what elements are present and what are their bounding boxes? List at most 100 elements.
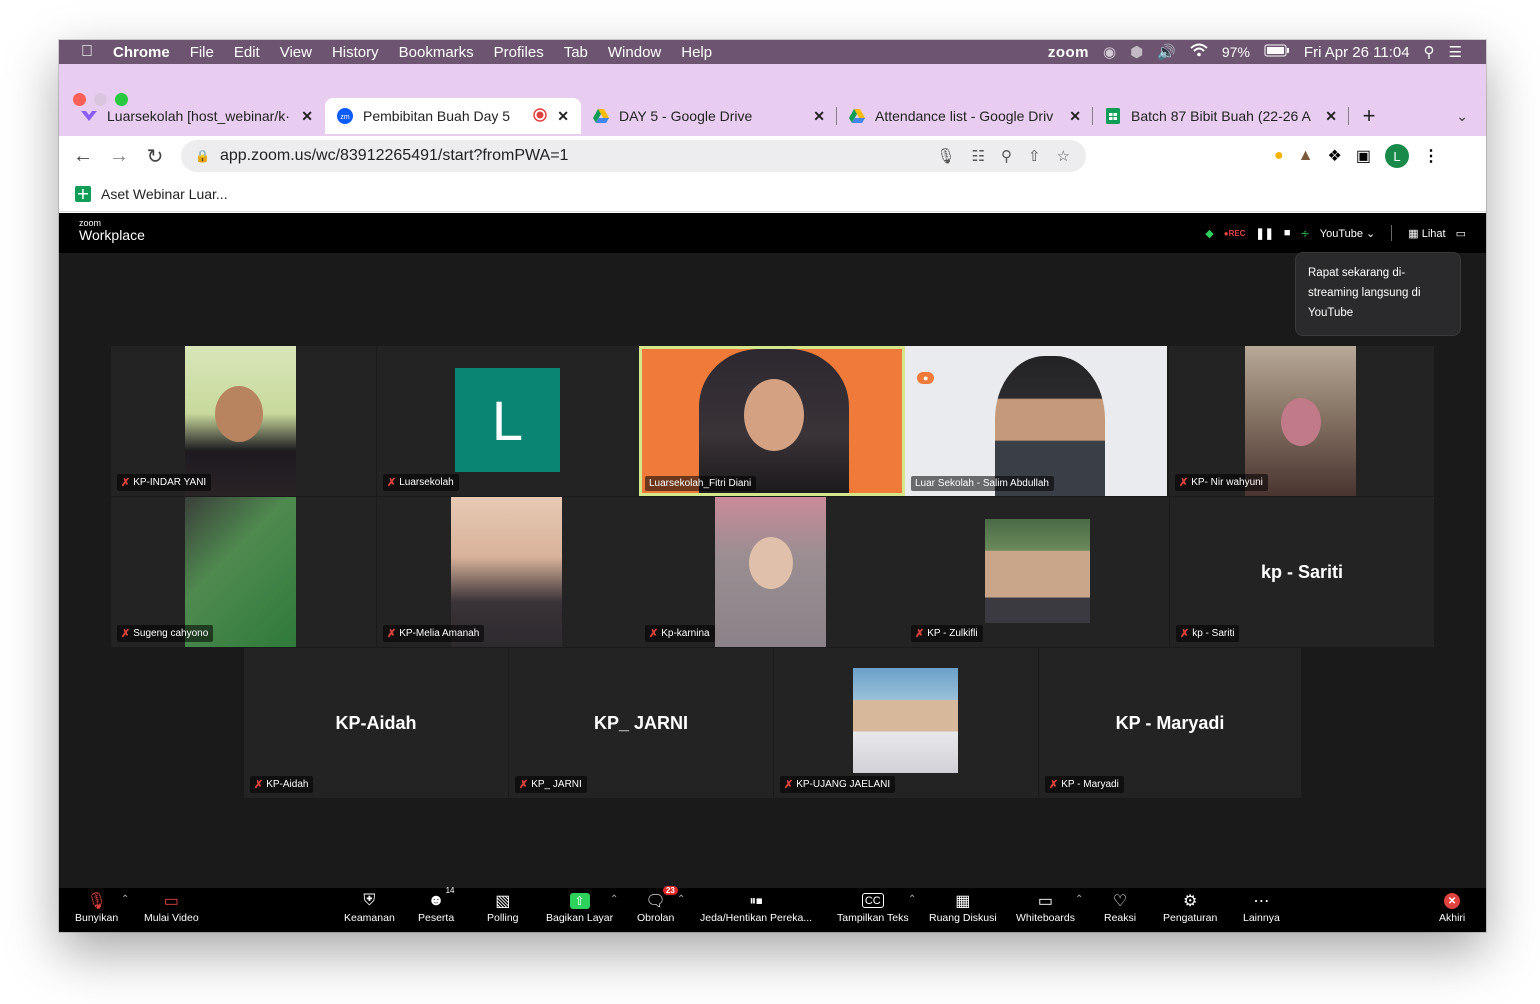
participants-button[interactable]: ☻ 14 Peserta bbox=[418, 886, 455, 924]
address-bar[interactable]: 🔒 app.zoom.us/wc/83912265491/start?fromP… bbox=[181, 140, 1086, 172]
clock[interactable]: Fri Apr 26 11:04 bbox=[1304, 44, 1410, 61]
bookmark-aset-webinar[interactable]: Aset Webinar Luar... bbox=[101, 186, 228, 202]
participant-name: KP-Melia Amanah bbox=[399, 628, 480, 639]
polling-button[interactable]: ▧ Polling bbox=[487, 890, 519, 924]
share-options-chevron-icon[interactable]: ⌃ bbox=[610, 894, 618, 905]
menu-app-name[interactable]: Chrome bbox=[113, 44, 170, 61]
participant-name-label: ✗ Kp-karnina bbox=[645, 625, 715, 642]
site-info-icon[interactable]: 🔒 bbox=[195, 149, 210, 163]
end-meeting-button[interactable]: ✕ Akhiri bbox=[1439, 890, 1465, 924]
youtube-label: YouTube bbox=[1319, 227, 1363, 240]
share-icon[interactable]: ⇧ bbox=[1028, 147, 1041, 165]
menu-profiles[interactable]: Profiles bbox=[494, 44, 544, 61]
chat-button[interactable]: 🗨 23 Obrolan bbox=[637, 886, 678, 924]
close-tab-icon[interactable]: ✕ bbox=[301, 108, 313, 125]
unmute-button[interactable]: 🎙 Bunyikan bbox=[75, 890, 118, 924]
participant-tile[interactable]: ✗ KP-INDAR YANI bbox=[111, 346, 376, 496]
close-tab-icon[interactable]: ✕ bbox=[1069, 108, 1081, 125]
battery-icon[interactable] bbox=[1264, 44, 1290, 61]
participant-tile[interactable]: kp - Sariti ✗ kp - Sariti bbox=[1170, 497, 1434, 647]
extensions-puzzle-icon[interactable]: ❖ bbox=[1328, 146, 1342, 166]
menu-help[interactable]: Help bbox=[681, 44, 712, 61]
tab-search-chevron-icon[interactable]: ⌄ bbox=[1456, 108, 1468, 125]
participant-tile[interactable]: ✗ Kp-karnina bbox=[639, 497, 905, 647]
participant-name-label: ✗ KP-Aidah bbox=[250, 776, 314, 793]
new-tab-button[interactable]: + bbox=[1349, 98, 1389, 134]
captions-options-chevron-icon[interactable]: ⌃ bbox=[908, 894, 916, 905]
menu-bookmarks[interactable]: Bookmarks bbox=[399, 44, 474, 61]
participant-name-label: ✗ Sugeng cahyono bbox=[117, 625, 214, 642]
forward-icon[interactable]: → bbox=[101, 145, 137, 168]
menu-history[interactable]: History bbox=[332, 44, 379, 61]
profile-avatar[interactable]: L bbox=[1384, 144, 1409, 168]
muted-mic-icon: ✗ bbox=[519, 779, 529, 791]
menu-view[interactable]: View bbox=[280, 44, 312, 61]
bookmark-star-icon[interactable]: ☆ bbox=[1057, 147, 1070, 165]
back-icon[interactable]: ← bbox=[65, 145, 101, 168]
whiteboards-button[interactable]: ▭ Whiteboards bbox=[1016, 890, 1075, 924]
close-tab-icon[interactable]: ✕ bbox=[557, 108, 569, 125]
zoom-lens-icon[interactable]: ⚲ bbox=[1001, 147, 1012, 165]
participant-tile[interactable]: ✗ KP-UJANG JAELANI bbox=[774, 648, 1038, 798]
tab-attendance-drive[interactable]: Attendance list - Google Driv ✕ bbox=[837, 98, 1093, 134]
tab-batch87-sheet[interactable]: Batch 87 Bibit Buah (22-26 A ✕ bbox=[1093, 98, 1349, 134]
chat-options-chevron-icon[interactable]: ⌃ bbox=[677, 894, 685, 905]
settings-button[interactable]: ⚙ Pengaturan bbox=[1163, 890, 1217, 924]
participant-tile-active-speaker[interactable]: Luarsekolah_Fitri Diani bbox=[639, 346, 905, 496]
participant-tile[interactable]: ✗ KP- Nir wahyuni bbox=[1169, 346, 1434, 496]
breakout-rooms-button[interactable]: ▦ Ruang Diskusi bbox=[929, 890, 997, 924]
livestream-icon[interactable]: ∻ bbox=[1301, 227, 1310, 240]
spotlight-search-icon[interactable]: ⚲ bbox=[1424, 43, 1435, 61]
extension-owl-icon[interactable]: ▲ bbox=[1298, 147, 1314, 165]
exit-fullscreen-icon[interactable]: ▭ bbox=[1456, 227, 1466, 240]
tab-luarsekolah[interactable]: Luarsekolah [host_webinar/k· ✕ bbox=[69, 98, 325, 134]
security-button[interactable]: ⛨ Keamanan bbox=[344, 890, 395, 924]
more-button[interactable]: ⋯ Lainnya bbox=[1243, 890, 1280, 924]
menu-file[interactable]: File bbox=[190, 44, 214, 61]
captions-button[interactable]: CC Tampilkan Teks bbox=[837, 890, 909, 924]
chrome-menu-icon[interactable]: ⋮ bbox=[1423, 146, 1439, 166]
microphone-icon[interactable]: 🎙 bbox=[936, 147, 955, 165]
tab-zoom-meeting[interactable]: zm Pembibitan Buah Day 5 ✕ bbox=[325, 98, 581, 134]
muted-mic-icon: ✗ bbox=[254, 779, 264, 791]
whiteboard-options-chevron-icon[interactable]: ⌃ bbox=[1075, 894, 1083, 905]
volume-icon[interactable]: 🔊 bbox=[1157, 43, 1176, 61]
participant-video bbox=[699, 349, 849, 493]
close-tab-icon[interactable]: ✕ bbox=[1325, 108, 1337, 125]
wifi-icon[interactable] bbox=[1190, 43, 1208, 61]
view-button[interactable]: ▦ Lihat bbox=[1408, 227, 1445, 240]
participant-tile[interactable]: KP - Maryadi ✗ KP - Maryadi bbox=[1039, 648, 1301, 798]
participant-tile[interactable]: KP-Aidah ✗ KP-Aidah bbox=[244, 648, 508, 798]
reactions-button[interactable]: ♡ Reaksi bbox=[1104, 890, 1136, 924]
close-tab-icon[interactable]: ✕ bbox=[813, 108, 825, 125]
pause-stop-recording-button[interactable]: ⏸⏹ Jeda/Hentikan Pereka... bbox=[700, 890, 812, 924]
start-video-button[interactable]: ▭ Mulai Video bbox=[144, 890, 199, 924]
share-screen-button[interactable]: ⇧ Bagikan Layar bbox=[546, 890, 613, 924]
youtube-stream-dropdown[interactable]: YouTube ⌄ bbox=[1320, 227, 1376, 240]
reload-icon[interactable]: ↻ bbox=[137, 144, 173, 169]
participant-tile[interactable]: L ✗ Luarsekolah bbox=[377, 346, 639, 496]
participant-tile[interactable]: ✗ KP - Zulkifli bbox=[905, 497, 1169, 647]
extension-bulb-icon[interactable]: ● bbox=[1274, 147, 1284, 165]
pause-recording-icon[interactable]: ❚❚ bbox=[1255, 227, 1273, 240]
translate-icon[interactable]: ☷ bbox=[972, 147, 985, 165]
menu-window[interactable]: Window bbox=[608, 44, 661, 61]
bluetooth-icon[interactable]: ⬢ bbox=[1130, 43, 1143, 61]
apple-icon[interactable]:  bbox=[81, 43, 93, 61]
participant-tile[interactable]: ✗ KP-Melia Amanah bbox=[377, 497, 639, 647]
menu-edit[interactable]: Edit bbox=[234, 44, 260, 61]
zoom-control-bar: 🎙 Bunyikan ⌃ ▭ Mulai Video ⛨ Keamanan ☻ 1… bbox=[59, 886, 1486, 932]
participant-tile[interactable]: ✗ Sugeng cahyono bbox=[111, 497, 376, 647]
stop-recording-icon[interactable]: ■ bbox=[1284, 227, 1291, 239]
menu-tab[interactable]: Tab bbox=[564, 44, 588, 61]
participant-tile[interactable]: ● Luar Sekolah - Salim Abdullah bbox=[905, 346, 1167, 496]
control-center-icon[interactable]: ☰ bbox=[1449, 43, 1462, 61]
creative-cloud-icon[interactable]: ◉ bbox=[1103, 43, 1116, 61]
encryption-shield-icon[interactable]: ◆ bbox=[1205, 227, 1213, 240]
zoom-menubar-label[interactable]: zoom bbox=[1048, 44, 1089, 61]
side-panel-icon[interactable]: ▣ bbox=[1356, 146, 1371, 166]
tab-day5-drive[interactable]: DAY 5 - Google Drive ✕ bbox=[581, 98, 837, 134]
participant-tile[interactable]: KP_ JARNI ✗ KP_ JARNI bbox=[509, 648, 773, 798]
audio-options-chevron-icon[interactable]: ⌃ bbox=[121, 894, 129, 905]
url-text[interactable]: app.zoom.us/wc/83912265491/start?fromPWA… bbox=[220, 147, 569, 165]
